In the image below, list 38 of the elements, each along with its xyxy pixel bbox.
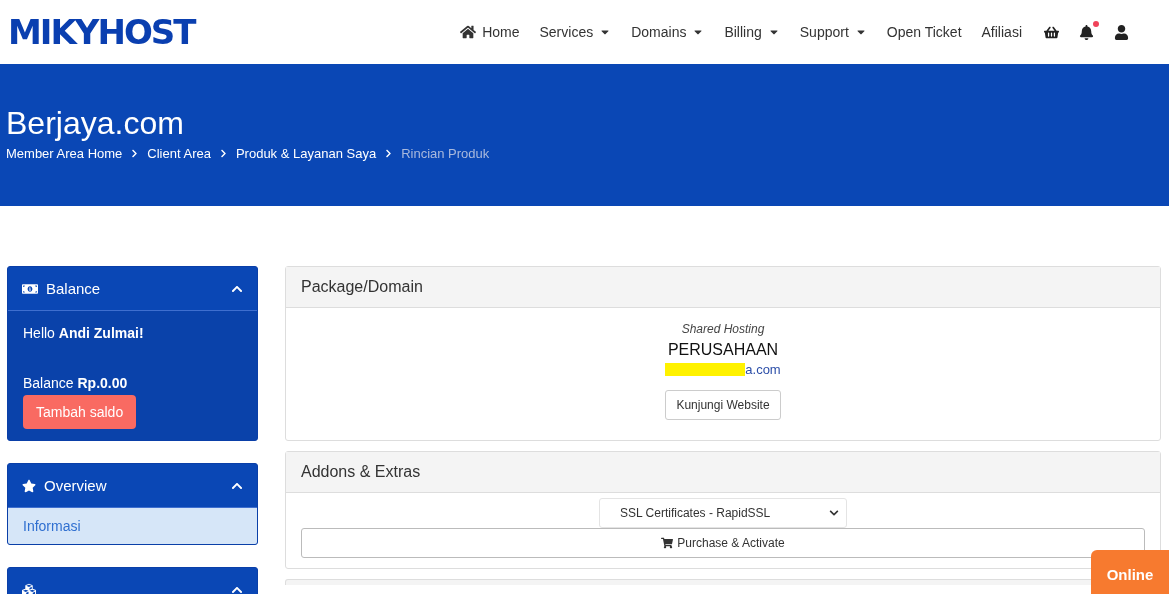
balance-text: Balance Rp.0.00 [23, 375, 129, 391]
nav-link[interactable]: Billing [724, 24, 780, 40]
nav-link[interactable]: Open Ticket [886, 24, 962, 40]
sidebar-item[interactable]: Informasi [8, 508, 257, 544]
bell-icon[interactable] [1079, 24, 1094, 40]
domain-link[interactable]: a.com [745, 362, 781, 377]
addon-select[interactable]: SSL Certificates - RapidSSL [599, 498, 847, 528]
card-title: Overview [44, 477, 107, 494]
nav-link[interactable]: Home [460, 24, 520, 40]
greeting-text: Hello Andi Zulmai! [23, 325, 145, 341]
breadcrumb-link[interactable]: Client Area [147, 146, 211, 161]
basket-icon[interactable] [1044, 24, 1059, 40]
nav-link[interactable]: Afiliasi [981, 24, 1022, 40]
breadcrumb-link[interactable]: Member Area Home [6, 146, 123, 161]
home-icon [460, 24, 477, 40]
star-icon [22, 478, 36, 493]
chevron-icon [384, 149, 394, 158]
chevron-icon [829, 508, 839, 518]
visit-website-button[interactable]: Kunjungi Website [665, 390, 781, 420]
cubes-icon [22, 583, 36, 594]
page-title: Berjaya.com [6, 104, 185, 142]
chevron-icon [130, 149, 140, 158]
current-page-text: Rincian Produk [401, 146, 490, 161]
panel-title: Package/Domain [286, 267, 1160, 308]
nav-link[interactable]: Services [539, 24, 612, 40]
product-type: Shared Hosting [681, 322, 765, 336]
nav-link[interactable]: Domains [631, 24, 705, 40]
product-name: PERUSAHAAN [667, 341, 779, 359]
panel-title: Addons & Extras [286, 452, 1160, 493]
logo[interactable]: MIKYHOST [8, 12, 195, 52]
breadcrumb-link[interactable]: Produk & Layanan Saya [235, 146, 377, 161]
user-icon[interactable] [1114, 24, 1129, 40]
cart-icon [661, 537, 674, 549]
nav-link[interactable]: Support [799, 24, 867, 40]
chevron-icon[interactable] [231, 584, 243, 594]
card-title: Balance [46, 280, 101, 297]
chevron-icon [218, 149, 228, 158]
purchase-button[interactable]: Purchase & Activate [301, 528, 1145, 558]
